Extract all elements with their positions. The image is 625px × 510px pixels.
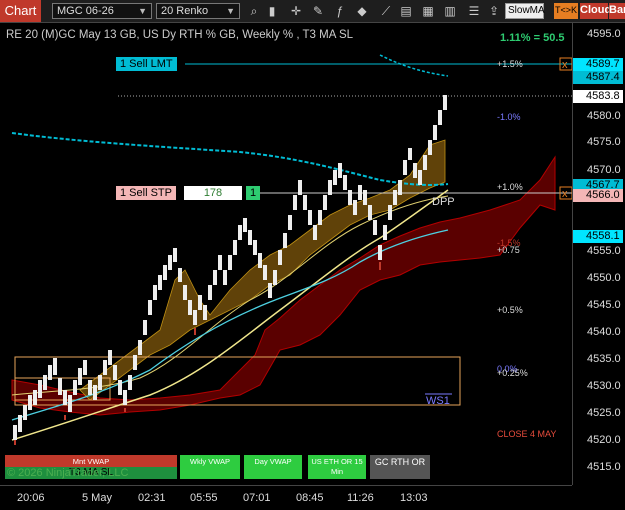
magnify-icon[interactable]: ⌕	[246, 3, 262, 19]
indicator-icon[interactable]: ƒ	[332, 3, 348, 19]
time-tick: 02:31	[138, 492, 166, 504]
us-eth-label: US ETH OR 15 Min	[311, 457, 363, 476]
time-tick: 13:03	[400, 492, 428, 504]
gc-rth-button[interactable]: GC RTH OR	[370, 455, 430, 479]
crosshair-icon[interactable]: ✛	[288, 3, 304, 19]
price-tick: 4555.0	[587, 245, 621, 257]
svg-text:x: x	[562, 59, 568, 71]
price-tick: 4570.0	[587, 164, 621, 176]
top-percent-readout: 1.11% = 50.5	[500, 32, 565, 44]
red-cloud	[11, 155, 556, 416]
price-tick: 4520.0	[587, 434, 621, 446]
price-tick: 4515.0	[587, 461, 621, 473]
bars-icon[interactable]: ▮	[264, 3, 280, 19]
chart-trader-icon[interactable]: ▤	[398, 3, 414, 19]
price-tick: 4540.0	[587, 326, 621, 338]
instrument-label: MGC 06-26	[57, 5, 114, 17]
cloud-toggle-button[interactable]: Cloud	[580, 3, 611, 19]
time-tick: 07:01	[243, 492, 271, 504]
last-price-box: 4583.8	[573, 90, 623, 103]
price-tick: 4595.0	[587, 28, 621, 40]
level-close: CLOSE 4 MAY	[497, 429, 557, 439]
price-axis[interactable]: 4595.0 4580.0 4575.0 4570.0 4555.0 4550.…	[572, 23, 625, 485]
stp-price-box: 4566.0	[573, 189, 623, 202]
time-tick: 5 May	[82, 492, 112, 504]
price-tick: 4550.0	[587, 272, 621, 284]
price-chart-canvas: x x	[11, 54, 572, 445]
time-tick: 05:55	[190, 492, 218, 504]
level-p075: +0.75	[497, 245, 520, 255]
chevron-down-icon: ▼	[226, 6, 235, 16]
properties-icon[interactable]: ☰	[466, 3, 482, 19]
gc-rth-label: GC RTH OR	[374, 457, 426, 467]
lmt-price-box: 4589.7	[573, 58, 623, 71]
time-tick: 20:06	[17, 492, 45, 504]
drawing-tools-icon[interactable]: ⟋	[378, 3, 394, 19]
price-tick: 4580.0	[587, 110, 621, 122]
chevron-down-icon: ▼	[138, 6, 147, 16]
strategy-icon[interactable]: ◆	[354, 3, 370, 19]
wkly-vwap-label: Wkly VWAP	[189, 457, 231, 466]
weekly-vwap-line	[11, 132, 449, 186]
time-tick: 11:26	[347, 492, 374, 504]
cloud-price-box: 4587.4	[573, 71, 623, 84]
level-m10: -1.0%	[497, 112, 521, 122]
level-ws1: WS1	[426, 395, 450, 407]
level-p10: +1.0%	[497, 182, 523, 192]
day-vwap-label: Day VWAP	[254, 457, 292, 466]
level-p05: +0.5%	[497, 305, 523, 315]
sell-lmt-order-tag[interactable]: 1 Sell LMT	[116, 57, 177, 71]
bar-type-select[interactable]: 20 Renko ▼	[156, 3, 240, 19]
chart-style-icon[interactable]: ▥	[442, 3, 458, 19]
level-p025: +0.25%	[497, 368, 528, 378]
copyright-text: © 2026 NinjaTrader, LLC	[7, 467, 129, 479]
level-p15: +1.5%	[497, 59, 523, 69]
bar-type-label: 20 Renko	[161, 5, 209, 17]
sell-stp-order-tag[interactable]: 1 Sell STP	[116, 186, 176, 200]
lower-price-box: 4558.1	[573, 230, 623, 243]
pencil-icon[interactable]: ✎	[310, 3, 326, 19]
us-eth-button[interactable]: US ETH OR 15 Min	[308, 455, 366, 479]
price-tick: 4535.0	[587, 353, 621, 365]
time-axis[interactable]: 20:06 5 May 02:31 05:55 07:01 08:45 11:2…	[0, 485, 572, 510]
price-tick: 4545.0	[587, 299, 621, 311]
price-tick: 4530.0	[587, 380, 621, 392]
day-vwap-button[interactable]: Day VWAP	[244, 455, 302, 479]
chart-plot-area[interactable]: x x RE 20 (M)GC May 13 GB, US Dy RTH % G…	[0, 23, 572, 485]
stp-count-badge[interactable]: 1	[246, 186, 260, 200]
export-icon[interactable]: ⇪	[486, 3, 502, 19]
level-dpp: DPP	[432, 196, 455, 208]
grid-icon[interactable]: ▦	[420, 3, 436, 19]
instrument-select[interactable]: MGC 06-26 ▼	[52, 3, 152, 19]
stp-quantity-field[interactable]: 178	[184, 186, 242, 200]
chart-toolbar: Chart MGC 06-26 ▼ 20 Renko ▼ ⌕ ▮ ✛ ✎ ƒ ◆…	[0, 0, 625, 23]
bar-toggle-button[interactable]: Bar	[609, 3, 625, 19]
mnt-vwap-label: Mnt VWAP	[72, 457, 110, 466]
wkly-vwap-button[interactable]: Wkly VWAP	[180, 455, 240, 479]
chart-title: RE 20 (M)GC May 13 GB, US Dy RTH % GB, W…	[6, 29, 354, 41]
upper-cyan-line	[379, 54, 449, 77]
price-tick: 4575.0	[587, 136, 621, 148]
chart-menu-button[interactable]: Chart	[0, 0, 41, 22]
indicator-select[interactable]: SlowMA	[505, 3, 545, 19]
t2k-button[interactable]: T<>K	[554, 3, 578, 19]
svg-text:x: x	[562, 188, 568, 200]
price-tick: 4525.0	[587, 407, 621, 419]
time-tick: 08:45	[296, 492, 324, 504]
